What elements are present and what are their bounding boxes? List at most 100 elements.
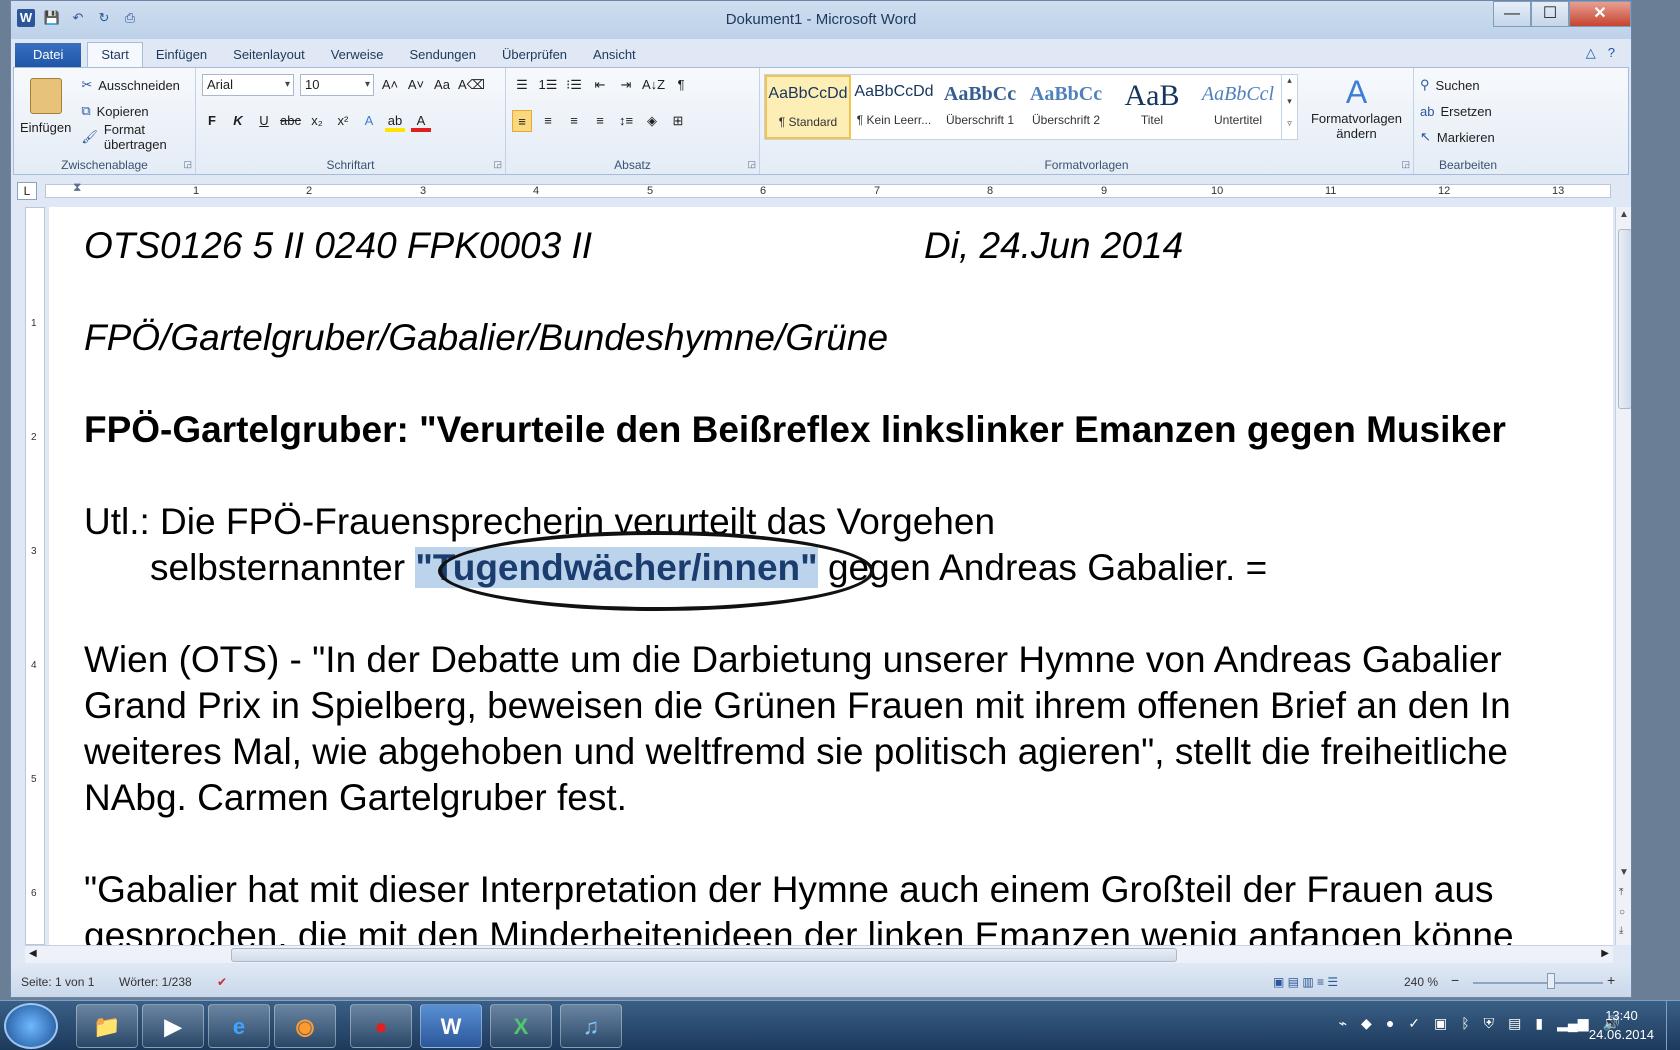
- bold-button[interactable]: F: [202, 110, 222, 132]
- tool-icon[interactable]: ▣: [1434, 1015, 1447, 1032]
- tab-sendungen[interactable]: Sendungen: [396, 43, 489, 67]
- align-right-button[interactable]: ≡: [564, 110, 584, 132]
- font-family-select[interactable]: Arial: [202, 74, 294, 96]
- cut-button[interactable]: ✂ Ausschneiden: [81, 72, 189, 98]
- tab-einfuegen[interactable]: Einfügen: [143, 43, 220, 67]
- grow-font-button[interactable]: A˄: [380, 74, 400, 96]
- style-kein-leerraum[interactable]: AaBbCcDd ¶ Kein Leerr...: [851, 75, 937, 139]
- windows-start-icon[interactable]: [4, 1003, 58, 1049]
- paste-button[interactable]: Einfügen: [20, 72, 71, 150]
- italic-button[interactable]: K: [228, 110, 248, 132]
- shrink-font-button[interactable]: A˅: [406, 74, 426, 96]
- strikethrough-button[interactable]: abc: [280, 110, 301, 132]
- page-count[interactable]: Seite: 1 von 1: [21, 975, 94, 989]
- replace-button[interactable]: ab Ersetzen: [1420, 98, 1516, 124]
- shading-button[interactable]: ◈: [642, 110, 662, 132]
- scroll-right-icon[interactable]: ▶: [1601, 948, 1609, 959]
- justify-button[interactable]: ≡: [590, 110, 610, 132]
- doc-line-header-left[interactable]: OTS0126 5 II 0240 FPK0003 II: [84, 225, 592, 267]
- style-untertitel[interactable]: AaBbCcl Untertitel: [1195, 75, 1281, 139]
- decrease-indent-button[interactable]: ⇤: [590, 74, 610, 96]
- scroll-down-icon[interactable]: ▼: [1619, 867, 1629, 878]
- document-page[interactable]: OTS0126 5 II 0240 FPK0003 II Di, 24.Jun …: [49, 207, 1613, 945]
- increase-indent-button[interactable]: ⇥: [616, 74, 636, 96]
- scroll-up-icon[interactable]: ▲: [1619, 209, 1629, 220]
- zoom-in-button[interactable]: +: [1607, 972, 1615, 988]
- help-icon[interactable]: ?: [1608, 45, 1615, 61]
- tab-start[interactable]: Start: [87, 42, 143, 67]
- dialog-launcher-icon[interactable]: ◲: [493, 159, 502, 170]
- text-effects-button[interactable]: A: [359, 110, 379, 132]
- doc-line-body[interactable]: Grand Prix in Spielberg, beweisen die Gr…: [84, 685, 1511, 727]
- tab-ansicht[interactable]: Ansicht: [580, 43, 649, 67]
- word-taskbar-icon[interactable]: W: [420, 1004, 482, 1048]
- doc-line-body[interactable]: gesprochen, die mit den Minderheitenidee…: [84, 915, 1514, 945]
- zoom-level[interactable]: 240 %: [1404, 975, 1438, 989]
- change-styles-button[interactable]: A Formatvorlagen ändern: [1306, 72, 1407, 141]
- word-count[interactable]: Wörter: 1/238: [119, 975, 192, 989]
- update-icon[interactable]: ●: [1386, 1015, 1394, 1032]
- doc-line-headline[interactable]: FPÖ-Gartelgruber: "Verurteile den Beißre…: [84, 409, 1506, 451]
- bluetooth-icon[interactable]: ᛒ: [1461, 1015, 1469, 1032]
- style-ueberschrift-2[interactable]: AaBbCc Überschrift 2: [1023, 75, 1109, 139]
- hscroll-thumb[interactable]: [231, 948, 1177, 962]
- sort-button[interactable]: A↓Z: [642, 74, 665, 96]
- tab-verweise[interactable]: Verweise: [318, 43, 397, 67]
- itunes-icon[interactable]: ♫: [560, 1004, 622, 1048]
- find-button[interactable]: ⚲ Suchen: [1420, 72, 1516, 98]
- font-color-button[interactable]: A: [410, 110, 431, 132]
- system-clock[interactable]: 13:40 24.06.2014: [1589, 1006, 1654, 1044]
- show-desktop-button[interactable]: [1666, 1001, 1680, 1050]
- style-standard[interactable]: AaBbCcDd ¶ Standard: [765, 75, 851, 139]
- horizontal-scrollbar[interactable]: ◀ ▶: [25, 945, 1613, 963]
- collapse-ribbon-icon[interactable]: △: [1586, 45, 1596, 61]
- copy-button[interactable]: ⧉ Kopieren: [81, 98, 189, 124]
- view-buttons[interactable]: ▣ ▤ ▥ ≡ ☰: [1273, 975, 1338, 989]
- style-ueberschrift-1[interactable]: AaBbCc Überschrift 1: [937, 75, 1023, 139]
- battery-icon[interactable]: ▮: [1535, 1015, 1543, 1032]
- align-center-button[interactable]: ≡: [538, 110, 558, 132]
- record-icon[interactable]: ●: [350, 1004, 412, 1048]
- antivirus-icon[interactable]: ✓: [1408, 1015, 1420, 1032]
- styles-scroll[interactable]: ▴ ▾ ▿: [1281, 75, 1297, 139]
- multilevel-list-button[interactable]: ⁝☰: [564, 74, 584, 96]
- show-marks-button[interactable]: ¶: [671, 74, 691, 96]
- close-button[interactable]: ✕: [1569, 1, 1631, 27]
- prev-page-icon[interactable]: ⤒: [1619, 887, 1623, 898]
- doc-line-keywords[interactable]: FPÖ/Gartelgruber/Gabalier/Bundeshymne/Gr…: [84, 317, 888, 359]
- internet-explorer-icon[interactable]: e: [208, 1004, 270, 1048]
- chevron-down-icon[interactable]: ▾: [1282, 96, 1297, 117]
- vertical-scrollbar[interactable]: ▲ ▼ ⤒ ○ ⤓: [1615, 207, 1631, 945]
- tab-selector[interactable]: L: [17, 182, 37, 200]
- minimize-button[interactable]: —: [1493, 1, 1531, 27]
- clear-format-button[interactable]: A⌫: [458, 74, 485, 96]
- highlight-button[interactable]: ab: [384, 110, 405, 132]
- doc-line-body[interactable]: "Gabalier hat mit dieser Interpretation …: [84, 869, 1494, 911]
- tab-datei[interactable]: Datei: [15, 43, 82, 67]
- chevron-up-icon[interactable]: ▴: [1282, 75, 1297, 96]
- change-case-button[interactable]: Aa: [432, 74, 452, 96]
- font-size-select[interactable]: 10: [300, 74, 374, 96]
- tab-seitenlayout[interactable]: Seitenlayout: [220, 43, 318, 67]
- monitor-icon[interactable]: ▤: [1508, 1015, 1521, 1032]
- security-icon[interactable]: ⛨: [1484, 1015, 1495, 1032]
- doc-line-body[interactable]: weiteres Mal, wie abgehoben und weltfrem…: [84, 731, 1508, 773]
- dialog-launcher-icon[interactable]: ◲: [1401, 159, 1410, 170]
- firefox-icon[interactable]: ◉: [274, 1004, 336, 1048]
- underline-button[interactable]: U: [254, 110, 274, 132]
- bullets-button[interactable]: ☰: [512, 74, 532, 96]
- signal-icon[interactable]: ▂▄▆: [1557, 1015, 1588, 1032]
- format-painter-button[interactable]: 🖌 Format übertragen: [81, 122, 189, 152]
- align-left-button[interactable]: ≡: [512, 110, 532, 132]
- network-icon[interactable]: ⌁: [1339, 1015, 1347, 1032]
- style-titel[interactable]: AaB Titel: [1109, 75, 1195, 139]
- indent-marker-icon[interactable]: ⧗: [73, 180, 87, 200]
- dialog-launcher-icon[interactable]: ◲: [183, 159, 192, 170]
- explorer-icon[interactable]: 📁: [76, 1004, 138, 1048]
- horizontal-ruler[interactable]: L ⧗ 1 2 3 4 5 6 7 8 9 10 11 12 13: [11, 177, 1631, 205]
- doc-line-body[interactable]: Wien (OTS) - "In der Debatte um die Darb…: [84, 639, 1502, 681]
- select-button[interactable]: ↖ Markieren: [1420, 124, 1516, 150]
- dialog-launcher-icon[interactable]: ◲: [747, 159, 756, 170]
- maximize-button[interactable]: ☐: [1531, 1, 1569, 27]
- doc-line-header-date[interactable]: Di, 24.Jun 2014: [924, 225, 1183, 267]
